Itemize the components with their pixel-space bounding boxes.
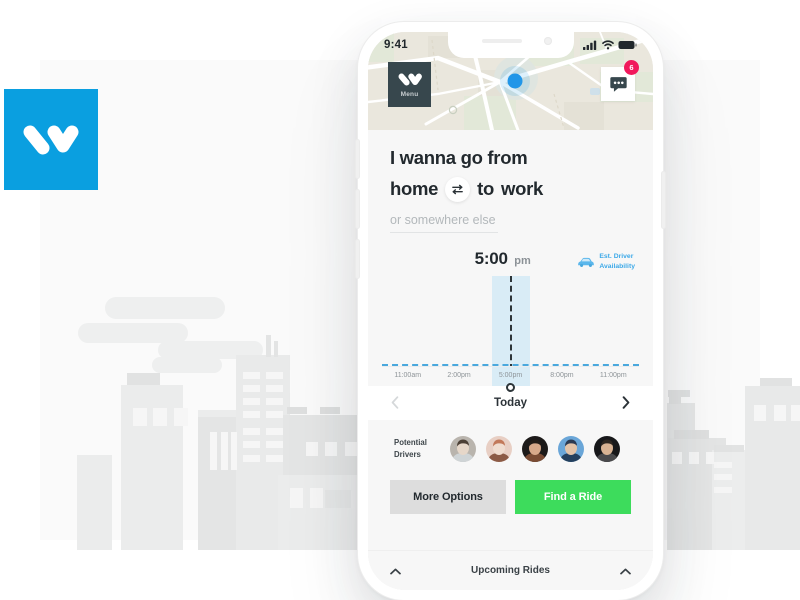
x-axis-tick-label: 8:00pm [550, 371, 574, 379]
phone-notch [447, 32, 574, 58]
action-buttons: More Options Find a Ride [368, 462, 653, 514]
phone-mute-button [356, 140, 359, 178]
chat-unread-count: 6 [629, 63, 634, 72]
potential-drivers-label-line-2: Drivers [394, 449, 421, 459]
phone-power-button [662, 172, 665, 228]
driver-avatars [450, 435, 620, 462]
phone-speaker [481, 39, 522, 43]
upcoming-rides-expand-left[interactable] [390, 562, 401, 580]
trip-form: I wanna go from home to work or somewher… [368, 130, 653, 234]
somewhere-else-input[interactable]: or somewhere else [390, 213, 498, 234]
connector-label: to [477, 177, 495, 199]
potential-drivers-label-line-1: Potential [394, 438, 427, 448]
availability-label-line-2: Availability [599, 262, 635, 270]
origin-value[interactable]: home [390, 175, 438, 204]
w-logo-icon [398, 73, 422, 86]
signal-bars-icon [583, 40, 597, 50]
swap-arrows-icon [452, 184, 463, 194]
selected-time-value: 5:00 [474, 249, 508, 269]
upcoming-rides-expand-right[interactable] [620, 562, 631, 580]
chat-unread-badge: 6 [624, 60, 639, 75]
headline-line-1: I wanna go from [390, 147, 528, 168]
find-a-ride-button[interactable]: Find a Ride [515, 479, 631, 514]
menu-button-label: Menu [400, 91, 419, 98]
status-bar-clock: 9:41 [384, 39, 408, 51]
availability-legend: Est. Driver Availability [577, 249, 635, 270]
chevron-right-icon [622, 396, 630, 409]
current-location-dot-icon [500, 66, 530, 96]
next-day-button[interactable] [617, 396, 635, 409]
driver-avatar-4[interactable] [558, 435, 584, 462]
screenshot-root: 9:41 Menu 6 I wanna go from home to work… [0, 0, 800, 600]
upcoming-rides-bar[interactable]: Upcoming Rides [368, 550, 653, 590]
chat-bubble-icon [609, 76, 627, 92]
phone-volume-up-button [356, 190, 359, 228]
battery-full-icon [618, 41, 637, 49]
driver-avatar-1[interactable] [450, 435, 476, 462]
chevron-up-icon [390, 568, 401, 574]
phone-screen: 9:41 Menu 6 I wanna go from home to work… [368, 32, 653, 590]
upcoming-rides-label: Upcoming Rides [471, 565, 550, 576]
w-logo-icon [23, 125, 79, 154]
availability-chart[interactable] [368, 275, 653, 370]
current-day-label: Today [493, 396, 527, 409]
x-axis-tick-label: 11:00pm [599, 371, 627, 379]
destination-value[interactable]: work [501, 175, 543, 204]
brand-logo-tile [4, 89, 98, 190]
selected-time-marker-line [509, 275, 512, 370]
more-options-button[interactable]: More Options [390, 479, 506, 514]
chart-plot-area [382, 275, 639, 370]
chevron-up-icon [620, 568, 631, 574]
driver-avatar-2[interactable] [486, 435, 512, 462]
chevron-left-icon [391, 396, 399, 409]
driver-avatar-5[interactable] [594, 435, 620, 462]
slider-handle-icon[interactable] [506, 382, 515, 392]
wifi-icon [602, 40, 614, 50]
prev-day-button[interactable] [386, 396, 404, 409]
phone-mockup: 9:41 Menu 6 I wanna go from home to work… [356, 22, 665, 600]
headline-line-2: home to work [390, 175, 631, 204]
swap-locations-button[interactable] [445, 176, 471, 202]
car-icon [578, 257, 595, 267]
potential-drivers-row: Potential Drivers [368, 420, 653, 462]
x-axis-tick-label: 2:00pm [447, 371, 471, 379]
x-axis-tick-label: 11:00am [394, 371, 422, 379]
chart-x-axis: 11:00am 2:00pm 5:00pm 8:00pm 11:00pm [382, 365, 639, 392]
potential-drivers-label: Potential Drivers [394, 437, 436, 460]
menu-button[interactable]: Menu [388, 62, 431, 107]
selected-time-meridiem: pm [514, 255, 531, 268]
x-axis-tick-label: 5:00pm [498, 371, 523, 379]
selected-time-display: 5:00 pm [386, 249, 577, 269]
phone-volume-down-button [356, 240, 359, 278]
time-picker-header: 5:00 pm Est. Driver Availability [368, 249, 653, 270]
ride-request-sheet: I wanna go from home to work or somewher… [368, 130, 653, 590]
phone-front-camera [543, 37, 552, 45]
availability-legend-label: Est. Driver Availability [599, 252, 635, 270]
driver-avatar-3[interactable] [522, 435, 548, 462]
availability-label-line-1: Est. Driver [599, 253, 634, 261]
